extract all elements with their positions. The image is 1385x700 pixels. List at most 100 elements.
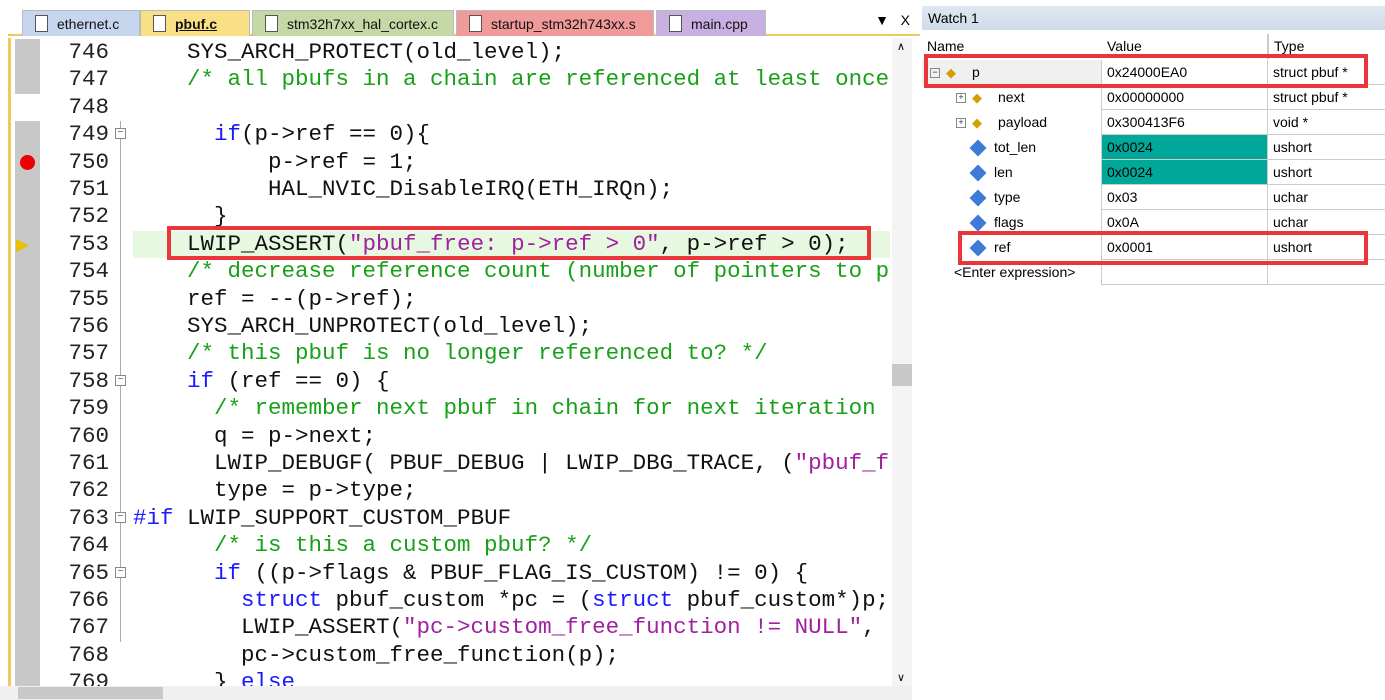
tab-controls: ▼ X (875, 12, 910, 28)
code-marker[interactable] (15, 313, 40, 341)
code-marker[interactable] (15, 641, 40, 670)
code-view[interactable]: 746 SYS_ARCH_PROTECT(old_level); 747 /* a… (8, 38, 890, 686)
code-line: 759 /* remember next pbuf in chain for n… (11, 395, 890, 423)
code-marker[interactable] (15, 285, 40, 313)
code-text: if(p->ref == 0){ (133, 121, 430, 148)
code-token: /* is this a custom pbuf? */ (133, 532, 593, 559)
watch-value[interactable]: 0x0024 (1102, 160, 1268, 185)
code-token: ((p->flags & PBUF_FLAG_IS_CUSTOM) != 0) … (241, 559, 809, 586)
tab-ethernet-c[interactable]: ethernet.c (22, 10, 140, 36)
code-line: 754 /* decrease reference count (number … (11, 258, 890, 286)
file-icon (35, 15, 48, 32)
code-marker[interactable] (15, 367, 40, 396)
code-text: type = p->type; (133, 477, 417, 504)
expand-icon[interactable]: + (956, 118, 966, 129)
tab-startup-stm32h743xx-s[interactable]: startup_stm32h743xx.s (456, 10, 654, 36)
watch-window: Watch 1 Name Value Type − ◆ p 0x24000EA0 str… (922, 0, 1385, 700)
watch-name-cell: type (922, 185, 1102, 210)
code-text: p->ref = 1; (133, 149, 417, 176)
code-line: 748 (11, 94, 890, 121)
tab-label: ethernet.c (57, 16, 120, 32)
hscroll-thumb[interactable] (18, 687, 163, 699)
code-marker[interactable] (15, 340, 40, 368)
fold-toggle-icon[interactable]: − (115, 566, 126, 578)
code-marker[interactable] (15, 66, 40, 94)
watch-value[interactable]: 0x0024 (1102, 135, 1268, 160)
watch-row-payload[interactable]: + ◆ payload 0x300413F6 void * (922, 110, 1385, 135)
watch-value[interactable]: 0x03 (1102, 185, 1268, 210)
watch-name: len (994, 164, 1013, 180)
watch-value[interactable]: 0x00000000 (1102, 85, 1268, 110)
code-marker[interactable] (15, 669, 40, 686)
fold-guide (120, 587, 121, 615)
vertical-scrollbar[interactable]: ∧ ∨ (892, 38, 912, 686)
code-line: 750 p->ref = 1; (11, 148, 890, 176)
file-tabs: ethernet.c pbuf.c stm32h7xx_hal_cortex.c st… (8, 8, 920, 36)
fold-guide (120, 313, 121, 341)
code-token: HAL_NVIC_DisableIRQ(ETH_IRQn); (133, 176, 674, 202)
watch-row-len[interactable]: len 0x0024 ushort (922, 160, 1385, 185)
watch-name: next (998, 89, 1025, 105)
close-tab-button[interactable]: X (901, 12, 910, 28)
watch-type: void * (1268, 110, 1385, 135)
code-marker[interactable] (15, 614, 40, 642)
file-icon (669, 15, 682, 32)
fold-toggle-icon[interactable]: − (115, 128, 126, 140)
code-marker[interactable] (15, 450, 40, 478)
code-text: if (ref == 0) { (133, 368, 390, 395)
code-text: LWIP_DEBUGF( PBUF_DEBUG | LWIP_DBG_TRACE… (133, 450, 889, 477)
code-line: 749− if(p->ref == 0){ (11, 121, 890, 149)
tab-main-cpp[interactable]: main.cpp (656, 10, 766, 36)
code-text: /* all pbufs in a chain are referenced a… (133, 66, 889, 93)
highlight-box-ref (958, 231, 1368, 265)
code-marker[interactable] (15, 176, 40, 204)
code-marker[interactable] (15, 258, 40, 286)
watch-row-tot-len[interactable]: tot_len 0x0024 ushort (922, 135, 1385, 160)
line-number: 761 (68, 450, 109, 476)
scroll-thumb[interactable] (892, 364, 912, 386)
expand-icon[interactable]: + (956, 93, 966, 104)
watch-name-cell: + ◆ payload (922, 110, 1102, 135)
code-marker[interactable] (15, 395, 40, 423)
watch-row-next[interactable]: + ◆ next 0x00000000 struct pbuf * (922, 85, 1385, 110)
line-number: 751 (68, 176, 109, 202)
breakpoint-icon[interactable] (20, 154, 35, 170)
code-line: 757 /* this pbuf is no longer referenced… (11, 340, 890, 368)
tab-stm32h7xx-hal-cortex-c[interactable]: stm32h7xx_hal_cortex.c (252, 10, 454, 36)
code-marker[interactable] (15, 587, 40, 615)
code-text: } else (133, 669, 295, 686)
code-marker[interactable] (15, 477, 40, 505)
code-token: LWIP_DEBUGF( PBUF_DEBUG | LWIP_DBG_TRACE… (133, 450, 795, 476)
line-number: 765 (68, 559, 109, 586)
code-text: q = p->next; (133, 423, 376, 450)
tab-pbuf-c[interactable]: pbuf.c (140, 10, 250, 36)
highlight-box-p (924, 54, 1368, 88)
code-marker[interactable] (15, 39, 40, 67)
code-token: LWIP_ASSERT( (133, 614, 404, 641)
fold-toggle-icon[interactable]: − (115, 374, 126, 386)
tab-label: stm32h7xx_hal_cortex.c (287, 16, 438, 32)
code-editor: ethernet.c pbuf.c stm32h7xx_hal_cortex.c st… (0, 0, 920, 700)
fold-guide (120, 258, 121, 286)
fold-guide (120, 450, 121, 478)
watch-name: tot_len (994, 139, 1037, 155)
code-token: (ref == 0) { (214, 367, 390, 394)
fold-toggle-icon[interactable]: − (115, 511, 126, 523)
code-marker[interactable] (15, 422, 40, 450)
code-line: 763− #if LWIP_SUPPORT_CUSTOM_PBUF (11, 504, 890, 533)
code-marker[interactable] (15, 504, 40, 533)
code-line: 747 /* all pbufs in a chain are referenc… (11, 66, 890, 94)
line-number: 768 (68, 641, 109, 668)
code-marker[interactable] (15, 559, 40, 587)
fold-guide (120, 340, 121, 368)
horizontal-scrollbar[interactable] (0, 686, 912, 700)
code-token: #if (133, 504, 174, 531)
code-marker[interactable] (15, 121, 40, 149)
tab-list-dropdown[interactable]: ▼ (875, 12, 889, 28)
code-marker[interactable] (15, 203, 40, 231)
watch-value[interactable]: 0x300413F6 (1102, 110, 1268, 135)
code-marker[interactable] (15, 532, 40, 560)
watch-row-type[interactable]: type 0x03 uchar (922, 185, 1385, 210)
fold-guide (120, 477, 121, 505)
